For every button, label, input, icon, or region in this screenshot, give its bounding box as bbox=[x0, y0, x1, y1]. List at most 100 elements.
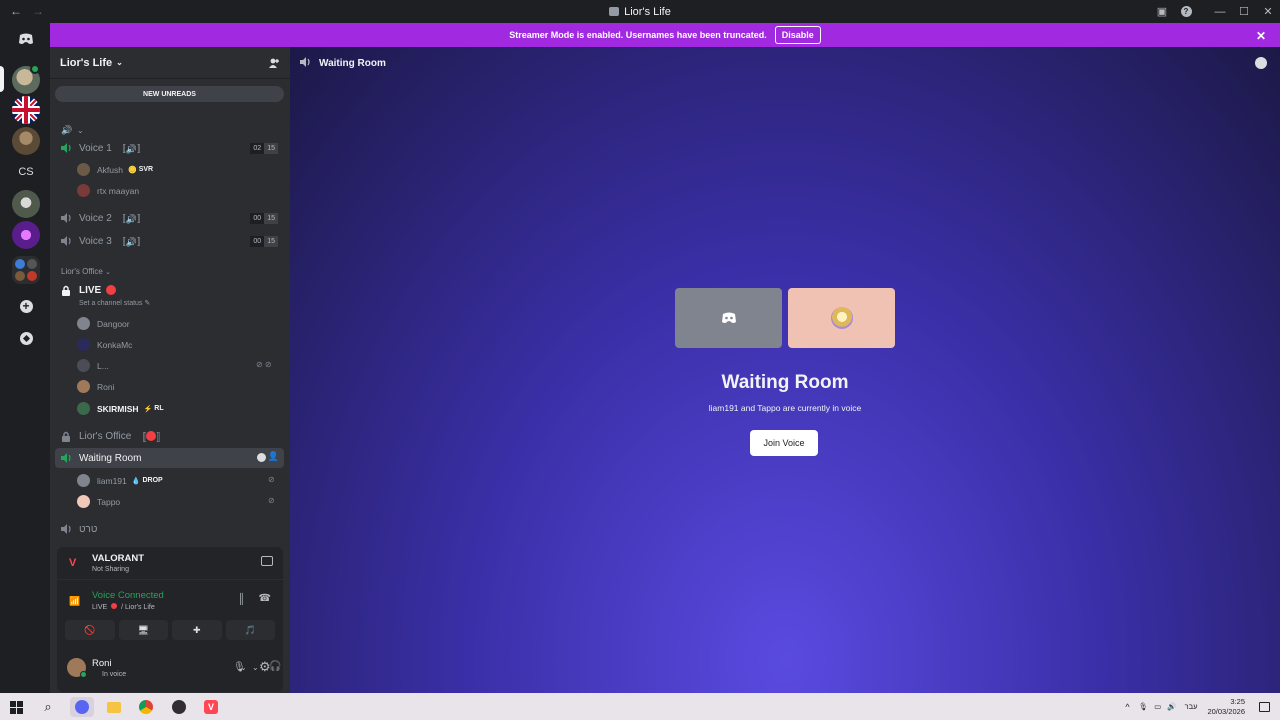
speaker-icon bbox=[61, 236, 73, 246]
language-indicator[interactable]: עבר bbox=[1185, 702, 1198, 711]
voice-panel: V VALORANT Not Sharing 📶 Voice Connected… bbox=[57, 547, 283, 692]
taskbar-valorant-icon[interactable]: V bbox=[201, 697, 221, 717]
avatar bbox=[77, 474, 90, 487]
live-dot-icon bbox=[111, 603, 118, 609]
invite-icon[interactable]: 👤 bbox=[268, 451, 279, 462]
windows-start-icon[interactable] bbox=[6, 697, 26, 717]
voice-user[interactable]: rtx maayan bbox=[77, 184, 139, 197]
channel-liors-office[interactable]: Lior's Office 〚 〛 bbox=[55, 427, 284, 445]
collapsed-voice-category[interactable]: 🔊 ⌄ bbox=[55, 123, 284, 137]
participant-tile-tappo[interactable] bbox=[788, 288, 895, 348]
valorant-icon: V bbox=[69, 557, 77, 569]
user-limit-counter: 02 15 bbox=[250, 142, 278, 154]
voice-user[interactable]: SKIRMISH ⚡ RL bbox=[77, 402, 164, 415]
discord-logo-icon bbox=[721, 312, 736, 323]
notification-icon[interactable] bbox=[1259, 701, 1270, 712]
voice-activity-badge bbox=[30, 64, 40, 74]
help-icon[interactable]: ? bbox=[1174, 6, 1198, 17]
server-purple-icon[interactable] bbox=[12, 221, 40, 249]
channel-waiting-room[interactable]: Waiting Room 👤 bbox=[55, 448, 284, 468]
voice-user[interactable]: liam191 💧 DROP bbox=[77, 474, 163, 487]
avatar bbox=[77, 184, 90, 197]
avatar bbox=[77, 359, 90, 372]
taskbar-file-explorer-icon[interactable] bbox=[104, 697, 124, 717]
user-limit-counter: 00 15 bbox=[250, 212, 278, 224]
volume-icon[interactable]: 🔊 bbox=[1167, 702, 1176, 711]
server-icon bbox=[609, 7, 620, 16]
close-window-button[interactable]: ✕ bbox=[1256, 5, 1280, 18]
activities-button[interactable]: ✚ bbox=[172, 620, 222, 640]
new-unreads-bar[interactable]: NEW UNREADS bbox=[55, 86, 284, 102]
inbox-icon[interactable]: ▣ bbox=[1150, 5, 1174, 18]
voice-user[interactable]: Akfush 🪙 SVR bbox=[77, 163, 153, 176]
invite-people-icon[interactable] bbox=[268, 57, 280, 69]
speaker-icon bbox=[300, 57, 312, 70]
voice-user[interactable]: Roni bbox=[77, 380, 114, 393]
add-server-icon[interactable]: + bbox=[12, 292, 40, 320]
signal-icon: 📶 bbox=[69, 596, 81, 606]
discover-compass-icon[interactable] bbox=[12, 324, 40, 352]
channel-voice-1[interactable]: Voice 1 〚🔊〛 02 15 bbox=[55, 138, 284, 158]
online-status-dot-icon bbox=[80, 671, 87, 678]
channel-status[interactable]: Set a channel status ✎ bbox=[79, 299, 150, 307]
voice-user[interactable]: Tappo bbox=[77, 495, 120, 508]
participant-tiles bbox=[675, 288, 895, 348]
server-folder-icon[interactable] bbox=[12, 256, 40, 284]
screen-share-icon[interactable] bbox=[261, 556, 273, 566]
discord-home-icon[interactable] bbox=[14, 29, 38, 49]
chat-bubble-icon[interactable] bbox=[257, 453, 266, 462]
network-icon[interactable]: ▭ bbox=[1154, 702, 1161, 711]
voice-user[interactable]: KonkaMc bbox=[77, 338, 132, 351]
clock[interactable]: 3:25 20/03/2026 bbox=[1207, 697, 1245, 717]
pencil-icon: ✎ bbox=[144, 300, 151, 307]
chevron-down-icon[interactable]: ⌄ bbox=[252, 663, 259, 672]
speaker-icon bbox=[61, 453, 73, 463]
channel-voice-2[interactable]: Voice 2 〚🔊〛 00 15 bbox=[55, 208, 284, 228]
taskbar-discord-icon[interactable] bbox=[70, 697, 94, 717]
server-photo-icon[interactable] bbox=[12, 190, 40, 218]
taskbar-chrome-icon[interactable] bbox=[136, 697, 156, 717]
server-avatar-icon[interactable] bbox=[12, 127, 40, 155]
close-banner-icon[interactable]: ✕ bbox=[1256, 29, 1266, 43]
share-screen-button[interactable]: 🖥 bbox=[118, 620, 168, 640]
server-uk-flag-icon[interactable] bbox=[12, 96, 40, 124]
channel-header: Waiting Room bbox=[300, 57, 386, 70]
channel-hebrew[interactable]: טרט bbox=[55, 521, 284, 537]
chevron-up-icon[interactable]: ^ bbox=[1125, 702, 1129, 712]
speaker-icon bbox=[61, 213, 73, 223]
settings-gear-icon[interactable]: ⚙ bbox=[259, 659, 271, 675]
speaker-icon: 🔊 bbox=[61, 125, 73, 135]
join-voice-button[interactable]: Join Voice bbox=[750, 430, 818, 456]
voice-actions: 🚫 🖥 ✚ 🎵 bbox=[65, 620, 275, 640]
channel-live[interactable]: LIVE bbox=[55, 282, 284, 298]
guild-header[interactable]: Lior's Life ⌄ bbox=[50, 47, 290, 79]
chevron-down-icon[interactable]: ⌄ bbox=[240, 663, 247, 672]
chat-icon[interactable] bbox=[1255, 57, 1267, 69]
user-limit-counter: 00 15 bbox=[250, 235, 278, 247]
disconnect-icon[interactable]: ☎ bbox=[259, 593, 271, 604]
lock-icon bbox=[61, 431, 73, 442]
minimize-button[interactable]: — bbox=[1208, 6, 1232, 18]
disable-streamer-button[interactable]: Disable bbox=[774, 26, 821, 44]
activity-row[interactable]: V VALORANT Not Sharing bbox=[57, 547, 283, 580]
search-icon[interactable]: ⌕ bbox=[38, 697, 58, 717]
category-liors-office[interactable]: Lior's Office ⌄ bbox=[61, 267, 111, 276]
headphones-icon[interactable]: 🎧 bbox=[269, 661, 281, 672]
channel-voice-3[interactable]: Voice 3 〚🔊〛 00 15 bbox=[55, 231, 284, 251]
participant-tile-liam191[interactable] bbox=[675, 288, 782, 348]
soundboard-button[interactable]: 🎵 bbox=[225, 620, 275, 640]
noise-suppression-icon[interactable]: ║ bbox=[238, 594, 245, 605]
camera-off-button[interactable]: 🚫 bbox=[65, 620, 115, 640]
avatar bbox=[77, 317, 90, 330]
maximize-button[interactable]: ☐ bbox=[1232, 5, 1256, 18]
microphone-icon[interactable]: 🎙 bbox=[1139, 702, 1149, 711]
avatar bbox=[77, 163, 90, 176]
record-red-dot-icon bbox=[146, 431, 157, 441]
avatar bbox=[77, 338, 90, 351]
voice-user[interactable]: Dangoor bbox=[77, 317, 130, 330]
server-cs-icon[interactable]: CS bbox=[12, 158, 40, 186]
banner-text: Streamer Mode is enabled. Usernames have… bbox=[509, 30, 767, 40]
taskbar-obs-icon[interactable] bbox=[169, 697, 189, 717]
voice-user[interactable]: L... bbox=[77, 359, 109, 372]
muted-icon: ⊘ bbox=[268, 496, 275, 505]
